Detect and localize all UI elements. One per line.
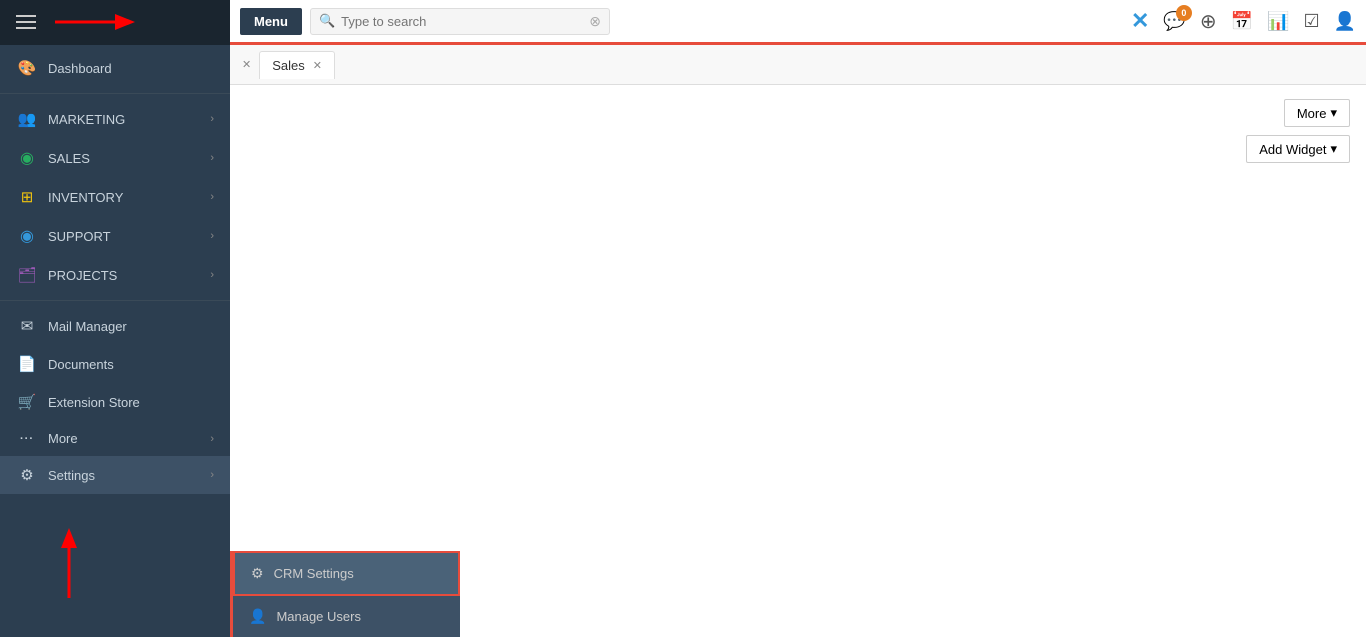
extension-store-icon: 🛒 — [16, 393, 38, 411]
topbar-right: ✕ 💬 0 ⊕ 📅 📊 ☑ 👤 — [1131, 8, 1356, 34]
submenu-item-manage-users[interactable]: 👤 Manage Users — [233, 596, 460, 637]
chart-topbar-icon[interactable]: 📊 — [1267, 11, 1289, 32]
add-topbar-icon[interactable]: ⊕ — [1200, 9, 1217, 34]
chevron-icon: › — [210, 269, 214, 281]
content-top-actions: More ▾ Add Widget ▾ — [1246, 99, 1350, 163]
projects-icon: 🗂 — [16, 266, 38, 284]
search-clear-icon[interactable]: ⊗ — [589, 13, 601, 30]
sidebar-item-label: INVENTORY — [48, 190, 210, 205]
sidebar-item-projects[interactable]: 🗂 PROJECTS › — [0, 256, 230, 294]
sidebar-item-label: Mail Manager — [48, 319, 214, 334]
crm-settings-icon: ⚙ — [251, 565, 264, 582]
tab-close-btn[interactable]: ✕ — [313, 59, 322, 72]
sidebar-item-dashboard[interactable]: 🎨 Dashboard — [0, 49, 230, 87]
sidebar-item-label: SALES — [48, 151, 210, 166]
tab-sales[interactable]: Sales ✕ — [259, 51, 335, 79]
submenu-item-label: Manage Users — [276, 609, 361, 624]
notification-badge: 0 — [1176, 5, 1192, 21]
add-widget-dropdown-arrow: ▾ — [1330, 141, 1337, 157]
checklist-topbar-icon[interactable]: ☑ — [1303, 11, 1319, 32]
user-topbar-icon[interactable]: 👤 — [1334, 11, 1356, 32]
sidebar-item-label: MARKETING — [48, 112, 210, 127]
tab-bar: ✕ Sales ✕ — [230, 45, 1366, 85]
search-bar: 🔍 ⊗ — [310, 8, 610, 35]
menu-button[interactable]: Menu — [240, 8, 302, 35]
sidebar-item-settings[interactable]: ⚙ Settings › — [0, 456, 230, 494]
documents-icon: 📄 — [16, 355, 38, 373]
chevron-icon: › — [210, 113, 214, 125]
sidebar-divider — [0, 93, 230, 94]
more-button[interactable]: More ▾ — [1284, 99, 1350, 127]
sidebar-item-more[interactable]: ··· More › — [0, 421, 230, 456]
sidebar-item-marketing[interactable]: 👥 MARKETING › — [0, 100, 230, 138]
red-arrow-bottom — [55, 528, 83, 603]
sidebar-item-label: SUPPORT — [48, 229, 210, 244]
sidebar-divider-2 — [0, 300, 230, 301]
more-button-label: More — [1297, 106, 1327, 121]
chevron-icon: › — [210, 152, 214, 164]
sidebar-item-support[interactable]: ◉ SUPPORT › — [0, 216, 230, 256]
sidebar-item-mail-manager[interactable]: ✉ Mail Manager — [0, 307, 230, 345]
submenu-item-label: CRM Settings — [274, 566, 354, 581]
search-input[interactable] — [341, 14, 589, 29]
dashboard-icon: 🎨 — [16, 59, 38, 77]
calendar-topbar-icon[interactable]: 📅 — [1231, 11, 1253, 32]
tab-label: Sales — [272, 58, 305, 73]
sidebar-item-label: Extension Store — [48, 395, 214, 410]
sidebar-item-label: PROJECTS — [48, 268, 210, 283]
sidebar-item-inventory[interactable]: ⊞ INVENTORY › — [0, 178, 230, 216]
submenu-item-crm-settings[interactable]: ⚙ CRM Settings — [233, 551, 460, 596]
search-icon: 🔍 — [319, 13, 335, 29]
chevron-icon: › — [210, 230, 214, 242]
sidebar-item-label: Settings — [48, 468, 210, 483]
crm-topbar-icon[interactable]: ✕ — [1131, 8, 1149, 34]
sidebar-item-extension-store[interactable]: 🛒 Extension Store — [0, 383, 230, 421]
chevron-icon: › — [210, 433, 214, 445]
sales-icon: ◉ — [16, 148, 38, 168]
chat-topbar-icon[interactable]: 💬 0 — [1163, 11, 1185, 32]
sidebar-item-label: Documents — [48, 357, 214, 372]
chevron-icon: › — [210, 469, 214, 481]
settings-icon: ⚙ — [16, 466, 38, 484]
sidebar-item-label: More — [48, 431, 210, 446]
add-widget-label: Add Widget — [1259, 142, 1326, 157]
more-icon: ··· — [16, 433, 38, 445]
settings-submenu: ⚙ CRM Settings 👤 Manage Users — [230, 551, 460, 637]
sidebar-item-sales[interactable]: ◉ SALES › — [0, 138, 230, 178]
manage-users-icon: 👤 — [249, 608, 266, 625]
support-icon: ◉ — [16, 226, 38, 246]
add-widget-button[interactable]: Add Widget ▾ — [1246, 135, 1350, 163]
inventory-icon: ⊞ — [16, 188, 38, 206]
mail-icon: ✉ — [16, 317, 38, 335]
topbar: Menu 🔍 ⊗ ✕ 💬 0 ⊕ 📅 📊 ☑ 👤 — [230, 0, 1366, 45]
marketing-icon: 👥 — [16, 110, 38, 128]
main-content: Menu 🔍 ⊗ ✕ 💬 0 ⊕ 📅 📊 ☑ 👤 ✕ — [230, 0, 1366, 637]
sidebar-item-label: Dashboard — [48, 61, 214, 76]
tab-close-icon[interactable]: ✕ — [242, 58, 251, 71]
chevron-icon: › — [210, 191, 214, 203]
more-dropdown-arrow: ▾ — [1330, 105, 1337, 121]
hamburger-menu[interactable] — [16, 15, 36, 29]
sidebar-header — [0, 0, 230, 45]
sidebar-item-documents[interactable]: 📄 Documents — [0, 345, 230, 383]
sidebar-menu: 🎨 Dashboard 👥 MARKETING › ◉ SALES › ⊞ IN… — [0, 45, 230, 637]
sidebar: 🎨 Dashboard 👥 MARKETING › ◉ SALES › ⊞ IN… — [0, 0, 230, 637]
